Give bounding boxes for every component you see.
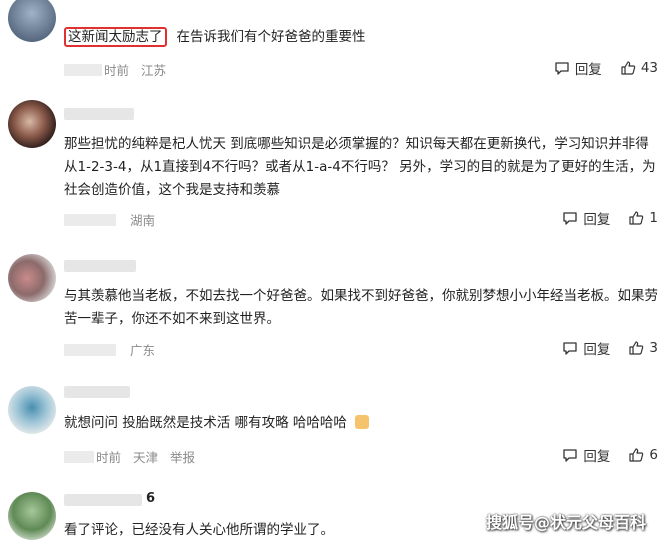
username-suffix: 6 [146,491,156,506]
reply-icon [563,212,578,225]
avatar[interactable] [8,100,56,148]
blurred-time [64,213,116,226]
cat-emoji-icon [355,415,370,429]
avatar[interactable] [8,386,56,434]
blurred-time [64,450,94,463]
reply-button[interactable]: 回复 [562,208,610,228]
like-count: 1 [649,210,658,226]
blurred-username [64,260,136,272]
avatar[interactable] [8,0,56,42]
comment-actions: 回复 43 [554,58,658,78]
comment-meta: 广东 [64,340,155,359]
like-button[interactable]: 3 [628,340,658,356]
comment-location: 江苏 [141,63,167,78]
blurred-time [64,343,116,356]
thumbs-up-icon [629,341,644,355]
like-button[interactable]: 6 [628,447,658,463]
watermark: 搜狐号@状元父母百科 [485,513,646,532]
comment-meta: 湖南 [64,210,155,229]
like-button[interactable]: 1 [628,210,658,226]
comment-location: 天津 [133,450,159,465]
comment-time: 时前 [104,63,130,78]
comment-actions: 回复 1 [562,208,658,228]
comment-text: 这新闻太励志了 在告诉我们有个好爸爸的重要性 [64,26,660,49]
like-count: 43 [640,60,658,76]
like-count: 6 [649,447,658,463]
comment-location: 湖南 [130,213,156,228]
thumbs-up-icon [621,61,636,75]
thumbs-up-icon [629,211,644,225]
thumbs-up-icon [629,448,644,462]
report-link[interactable]: 举报 [170,447,195,466]
blurred-username [64,386,130,398]
avatar[interactable] [8,492,56,540]
avatar[interactable] [8,254,56,302]
comment-text: 与其羡慕他当老板，不如去找一个好爸爸。如果找不到好爸爸，你就别梦想小小年经当老板… [64,288,658,327]
reply-icon [563,449,578,462]
comment-text: 那些担忧的纯粹是杞人忧天 到底哪些知识是必须掌握的？知识每天都在更新换代，学习知… [64,136,656,198]
reply-icon [563,342,578,355]
comment-time: 时前 [96,450,122,465]
blurred-time [64,63,102,76]
comment-text: 就想问问 投胎既然是技术活 哪有攻略 哈哈哈哈 [64,412,660,435]
reply-icon [555,62,569,75]
like-button[interactable]: 43 [620,60,658,76]
comment-actions: 回复 6 [562,445,658,465]
highlighted-text: 这新闻太励志了 [64,27,167,47]
reply-button[interactable]: 回复 [562,445,610,465]
blurred-username [64,494,142,506]
comment-actions: 回复 3 [562,338,658,358]
comment-meta: 时前 天津 举报 [64,447,195,466]
comment-meta: 时前 江苏 [64,60,166,79]
blurred-username [64,108,134,120]
reply-button[interactable]: 回复 [554,58,602,78]
reply-button[interactable]: 回复 [562,338,610,358]
like-count: 3 [649,340,658,356]
comment-location: 广东 [130,343,156,358]
